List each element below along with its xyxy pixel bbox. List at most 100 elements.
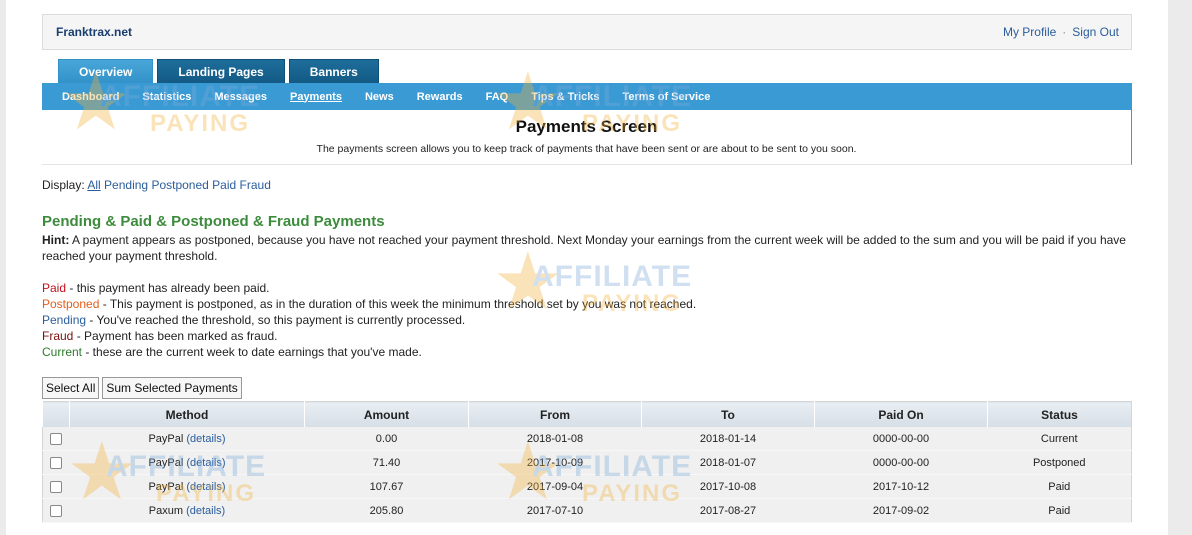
legend-desc: - You've reached the threshold, so this … bbox=[86, 313, 466, 327]
row-checkbox-cell bbox=[42, 450, 70, 475]
filter-paid[interactable]: Paid bbox=[212, 178, 236, 192]
legend-term-current: Current bbox=[42, 345, 83, 359]
method-name: PayPal bbox=[148, 432, 184, 445]
method-name: PayPal bbox=[148, 480, 184, 493]
table-row: PayPal (details) 0.00 2018-01-08 2018-01… bbox=[42, 427, 1132, 451]
table-row: Paxum (details) 205.80 2017-07-10 2017-0… bbox=[42, 498, 1132, 523]
method-cell: Paxum (details) bbox=[69, 498, 305, 523]
hint-text: Hint: A payment appears as postponed, be… bbox=[42, 232, 1132, 264]
method-name: PayPal bbox=[148, 456, 184, 469]
my-profile-link[interactable]: My Profile bbox=[1003, 25, 1056, 39]
header-from[interactable]: From bbox=[468, 401, 642, 427]
filter-postponed[interactable]: Postponed bbox=[151, 178, 208, 192]
legend-desc: - this payment has already been paid. bbox=[66, 281, 270, 295]
details-link[interactable]: (details) bbox=[186, 505, 225, 517]
header-amount[interactable]: Amount bbox=[304, 401, 469, 427]
page-title: Payments Screen bbox=[515, 117, 658, 136]
from-cell: 2018-01-08 bbox=[468, 427, 642, 451]
page-description: The payments screen allows you to keep t… bbox=[316, 143, 857, 155]
header-paid-on[interactable]: Paid On bbox=[814, 401, 988, 427]
subnav-news[interactable]: News bbox=[365, 91, 394, 103]
subnav-tips-tricks[interactable]: Tips & Tricks bbox=[531, 91, 599, 103]
from-cell: 2017-10-09 bbox=[468, 450, 642, 475]
page: Franktrax.net My Profile · Sign Out Overvi… bbox=[6, 0, 1168, 535]
row-checkbox[interactable] bbox=[50, 432, 63, 445]
legend-item: Current - these are the current week to … bbox=[42, 344, 1132, 360]
site-name[interactable]: Franktrax.net bbox=[56, 25, 132, 39]
legend-item: Pending - You've reached the threshold, … bbox=[42, 312, 1132, 328]
main-wrapper: Franktrax.net My Profile · Sign Out Overvi… bbox=[42, 14, 1132, 523]
filter-fraud[interactable]: Fraud bbox=[240, 178, 271, 192]
subnav-dashboard[interactable]: Dashboard bbox=[62, 91, 119, 103]
table-header-row: Method Amount From To Paid On Status bbox=[42, 401, 1132, 427]
legend-item: Postponed - This payment is postponed, a… bbox=[42, 296, 1132, 312]
amount-cell: 205.80 bbox=[304, 498, 469, 523]
status-cell: Paid bbox=[987, 474, 1132, 499]
sign-out-link[interactable]: Sign Out bbox=[1072, 25, 1119, 39]
display-filter: Display: All Pending Postponed Paid Frau… bbox=[42, 178, 1132, 192]
legend-term-paid: Paid bbox=[42, 281, 67, 295]
legend-term-fraud: Fraud bbox=[42, 329, 74, 343]
subnav-faq[interactable]: FAQ bbox=[486, 91, 509, 103]
tab-banners[interactable]: Banners bbox=[288, 59, 379, 83]
status-legend: Paid - this payment has already been pai… bbox=[42, 280, 1132, 360]
method-cell: PayPal (details) bbox=[69, 427, 305, 451]
row-checkbox[interactable] bbox=[50, 480, 63, 493]
paid-on-cell: 2017-10-12 bbox=[814, 474, 988, 499]
legend-term-pending: Pending bbox=[42, 313, 87, 327]
action-buttons: Select All Sum Selected Payments bbox=[42, 377, 1132, 399]
filter-pending[interactable]: Pending bbox=[104, 178, 148, 192]
payments-table: Method Amount From To Paid On Status Pay… bbox=[42, 401, 1132, 523]
main-tabs: Overview Landing Pages Banners bbox=[42, 59, 1132, 83]
from-cell: 2017-09-04 bbox=[468, 474, 642, 499]
subnav-payments[interactable]: Payments bbox=[290, 91, 342, 103]
legend-desc: - Payment has been marked as fraud. bbox=[73, 329, 278, 343]
subnav-rewards[interactable]: Rewards bbox=[417, 91, 463, 103]
row-checkbox[interactable] bbox=[50, 456, 63, 469]
to-cell: 2018-01-07 bbox=[641, 450, 815, 475]
legend-item: Paid - this payment has already been pai… bbox=[42, 280, 1132, 296]
subnav-messages[interactable]: Messages bbox=[214, 91, 267, 103]
tab-landing-pages[interactable]: Landing Pages bbox=[157, 59, 285, 83]
details-link[interactable]: (details) bbox=[186, 481, 225, 493]
legend-desc: - these are the current week to date ear… bbox=[82, 345, 422, 359]
amount-cell: 0.00 bbox=[304, 427, 469, 451]
from-cell: 2017-07-10 bbox=[468, 498, 642, 523]
row-checkbox-cell bbox=[42, 498, 70, 523]
legend-item: Fraud - Payment has been marked as fraud… bbox=[42, 328, 1132, 344]
row-checkbox[interactable] bbox=[50, 504, 63, 517]
hint-label: Hint: bbox=[42, 233, 70, 247]
paid-on-cell: 0000-00-00 bbox=[814, 427, 988, 451]
table-row: PayPal (details) 71.40 2017-10-09 2018-0… bbox=[42, 450, 1132, 475]
to-cell: 2017-10-08 bbox=[641, 474, 815, 499]
sub-navigation: Dashboard Statistics Messages Payments N… bbox=[42, 83, 1132, 110]
header-method[interactable]: Method bbox=[69, 401, 305, 427]
method-cell: PayPal (details) bbox=[69, 450, 305, 475]
user-links: My Profile · Sign Out bbox=[1003, 25, 1119, 39]
top-bar: Franktrax.net My Profile · Sign Out bbox=[42, 14, 1132, 50]
legend-desc: - This payment is postponed, as in the d… bbox=[99, 297, 697, 311]
paid-on-cell: 2017-09-02 bbox=[814, 498, 988, 523]
status-cell: Postponed bbox=[987, 450, 1132, 475]
tab-overview[interactable]: Overview bbox=[58, 59, 154, 83]
status-cell: Paid bbox=[987, 498, 1132, 523]
method-name: Paxum bbox=[148, 504, 184, 517]
paid-on-cell: 0000-00-00 bbox=[814, 450, 988, 475]
subnav-statistics[interactable]: Statistics bbox=[142, 91, 191, 103]
header-to[interactable]: To bbox=[641, 401, 815, 427]
details-link[interactable]: (details) bbox=[186, 433, 225, 445]
details-link[interactable]: (details) bbox=[186, 457, 225, 469]
subnav-terms[interactable]: Terms of Service bbox=[622, 91, 710, 103]
row-checkbox-cell bbox=[42, 427, 70, 451]
section-title: Pending & Paid & Postponed & Fraud Payme… bbox=[42, 213, 385, 230]
status-cell: Current bbox=[987, 427, 1132, 451]
sum-selected-button[interactable]: Sum Selected Payments bbox=[102, 377, 242, 399]
select-all-button[interactable]: Select All bbox=[42, 377, 100, 399]
display-label: Display: bbox=[42, 178, 85, 192]
page-header: Payments Screen The payments screen allo… bbox=[42, 110, 1132, 165]
legend-term-postponed: Postponed bbox=[42, 297, 100, 311]
filter-all[interactable]: All bbox=[87, 178, 100, 192]
to-cell: 2018-01-14 bbox=[641, 427, 815, 451]
header-status[interactable]: Status bbox=[987, 401, 1132, 427]
link-separator: · bbox=[1062, 25, 1067, 39]
